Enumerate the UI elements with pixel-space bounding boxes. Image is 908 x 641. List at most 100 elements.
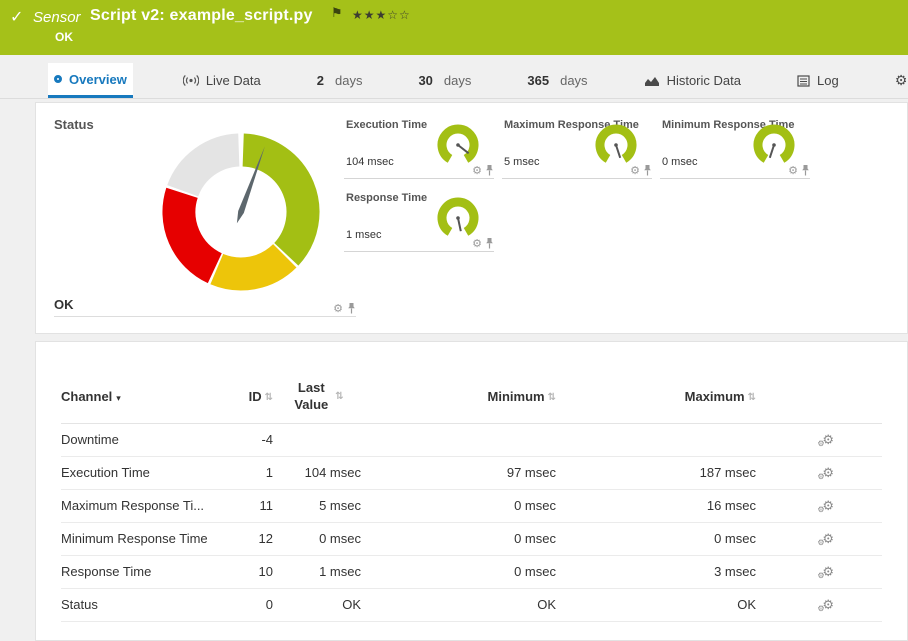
channel-name[interactable]: Downtime [61, 432, 241, 447]
mini-gauge-pin-icon[interactable] [485, 164, 494, 176]
channel-settings-icon[interactable]: ⚙⚙ [822, 466, 834, 480]
col-header-maximum-label: Maximum [685, 389, 745, 404]
table-row-downtime: Downtime -4 ⚙⚙ [61, 424, 882, 457]
mini-gauge-gear-icon[interactable]: ⚙ [472, 165, 482, 176]
gear-icon-small: ⚙ [817, 473, 824, 481]
status-panel-title: Status [54, 117, 94, 132]
sort-icon: ⇅ [335, 391, 343, 402]
tab-365-days-unit: days [560, 73, 587, 88]
response-time-gauge [434, 196, 482, 240]
channel-settings-icon[interactable]: ⚙⚙ [822, 499, 834, 513]
channel-name[interactable]: Maximum Response Ti... [61, 498, 241, 513]
table-row-execution-time: Execution Time 1 104 msec 97 msec 187 ms… [61, 457, 882, 490]
channel-last-value: 1 msec [273, 564, 361, 579]
settings-gear-icon: ⚙ [895, 73, 908, 89]
stars-filled[interactable]: ★★★ [352, 8, 387, 22]
channel-last-value: 104 msec [273, 465, 361, 480]
tab-historic-data[interactable]: Historic Data [638, 63, 747, 98]
table-header-row: Channel▾ ID⇅ Last Value⇅ Minimum⇅ Maximu… [61, 380, 882, 424]
gear-icon-small: ⚙ [817, 440, 824, 448]
col-header-minimum-label: Minimum [488, 389, 545, 404]
channel-name[interactable]: Minimum Response Time [61, 531, 241, 546]
tab-overview[interactable]: Overview [48, 63, 133, 98]
status-gauge-value: OK [54, 297, 74, 312]
col-header-id[interactable]: ID⇅ [241, 389, 273, 404]
channel-minimum: 0 msec [361, 531, 556, 546]
channel-id: -4 [241, 432, 273, 447]
channel-settings-icon[interactable]: ⚙⚙ [822, 433, 834, 447]
sensor-status-text: OK [55, 30, 73, 44]
status-check-icon: ✓ [10, 7, 23, 27]
col-header-last-value[interactable]: Last Value⇅ [273, 380, 361, 414]
tab-365-days-number: 365 [527, 73, 549, 88]
channel-maximum: OK [556, 597, 756, 612]
channel-name[interactable]: Response Time [61, 564, 241, 579]
mini-gauge-gear-icon[interactable]: ⚙ [472, 238, 482, 249]
channel-settings-icon[interactable]: ⚙⚙ [822, 565, 834, 579]
status-gauge-gear-icon[interactable]: ⚙ [333, 303, 343, 314]
mini-gauge-pin-icon[interactable] [643, 164, 652, 176]
mini-gauges: Execution Time 104 msec ⚙ Maximum Respon… [344, 119, 822, 265]
channel-name[interactable]: Execution Time [61, 465, 241, 480]
channel-id: 12 [241, 531, 273, 546]
tab-live-data-label: Live Data [206, 73, 261, 88]
status-gauge [156, 127, 326, 297]
gear-icon-small: ⚙ [817, 572, 824, 580]
col-header-maximum[interactable]: Maximum⇅ [556, 389, 756, 404]
channel-last-value: 0 msec [273, 531, 361, 546]
gear-icon-small: ⚙ [817, 605, 824, 613]
channel-name[interactable]: Status [61, 597, 241, 612]
channel-id: 10 [241, 564, 273, 579]
tab-live-data[interactable]: Live Data [177, 63, 267, 98]
tab-365-days[interactable]: 365 days [521, 63, 593, 98]
channel-id: 1 [241, 465, 273, 480]
tab-2-days[interactable]: 2days [311, 63, 369, 98]
tab-30-days[interactable]: 30days [412, 63, 477, 98]
stars-empty[interactable]: ☆☆ [387, 8, 411, 22]
channel-minimum: 0 msec [361, 498, 556, 513]
status-overview-panel: Status OK ⚙ Execution Time 104 msec [35, 102, 908, 334]
mini-gauge-value: 1 msec [346, 229, 381, 241]
mini-gauge-value: 104 msec [346, 156, 394, 168]
sensor-title: Script v2: example_script.py [90, 7, 313, 25]
object-kind-label: Sensor [33, 9, 81, 26]
tab-bar: Overview Live Data 2days 30days 365days … [0, 63, 908, 99]
table-row-status: Status 0 OK OK OK ⚙⚙ [61, 589, 882, 622]
channel-id: 11 [241, 498, 273, 513]
table-row-response-time: Response Time 10 1 msec 0 msec 3 msec ⚙⚙ [61, 556, 882, 589]
col-header-channel[interactable]: Channel▾ [61, 389, 241, 404]
mini-gauge-gear-icon[interactable]: ⚙ [788, 165, 798, 176]
tab-log[interactable]: Log [791, 63, 845, 98]
channel-last-value: OK [273, 597, 361, 612]
tab-historic-data-label: Historic Data [667, 73, 741, 88]
channel-maximum: 3 msec [556, 564, 756, 579]
mini-gauge-pin-icon[interactable] [801, 164, 810, 176]
log-icon [797, 75, 810, 87]
col-header-minimum[interactable]: Minimum⇅ [361, 389, 556, 404]
channel-settings-icon[interactable]: ⚙⚙ [822, 532, 834, 546]
channel-maximum: 187 msec [556, 465, 756, 480]
channel-sort-caret-icon: ▾ [116, 393, 121, 403]
mini-gauge-pin-icon[interactable] [485, 237, 494, 249]
channels-panel: Channel▾ ID⇅ Last Value⇅ Minimum⇅ Maximu… [35, 341, 908, 641]
channel-settings-icon[interactable]: ⚙⚙ [822, 598, 834, 612]
gear-icon-small: ⚙ [817, 539, 824, 547]
priority-flag-icon[interactable]: ⚑ [331, 5, 343, 21]
channel-minimum: 97 msec [361, 465, 556, 480]
channel-maximum: 16 msec [556, 498, 756, 513]
tab-settings[interactable]: ⚙ Settings [889, 63, 908, 98]
mini-gauge-gear-icon[interactable]: ⚙ [630, 165, 640, 176]
table-row-maximum-response-time: Maximum Response Ti... 11 5 msec 0 msec … [61, 490, 882, 523]
status-gauge-footer: OK ⚙ [54, 295, 356, 317]
priority-stars[interactable]: ★★★☆☆ [352, 8, 411, 22]
tab-30-days-number: 30 [418, 73, 432, 88]
channel-last-value: 5 msec [273, 498, 361, 513]
tab-2-days-number: 2 [317, 73, 324, 88]
tab-overview-label: Overview [69, 72, 127, 87]
historic-data-icon [644, 75, 660, 87]
mini-gauge-title: Execution Time [346, 119, 427, 131]
mini-gauge-response-time: Response Time 1 msec ⚙ [344, 192, 494, 252]
status-gauge-pin-icon[interactable] [347, 302, 356, 314]
overview-icon [54, 75, 62, 83]
mini-gauge-title: Response Time [346, 192, 427, 204]
